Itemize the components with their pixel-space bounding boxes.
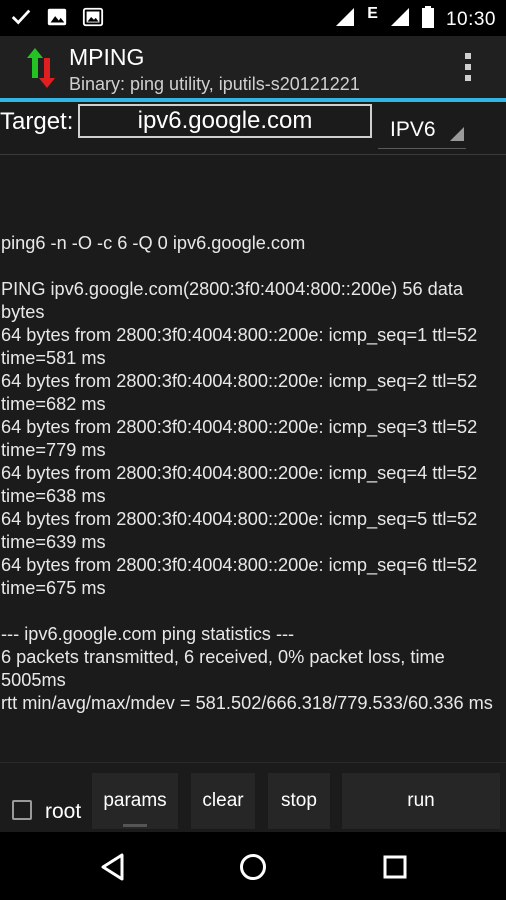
target-host-input[interactable]: [78, 104, 372, 138]
output-line: 64 bytes from 2800:3f0:4004:800::200e: i…: [1, 325, 483, 368]
protocol-value: IPV6: [390, 118, 436, 141]
app-subtitle: Binary: ping utility, iputils-s20121221: [69, 74, 360, 94]
up-down-arrows-logo-icon: [26, 48, 56, 88]
wifi-signal-icon: [335, 7, 355, 32]
output-line: PING ipv6.google.com(2800:3f0:4004:800::…: [1, 279, 469, 322]
image-icon: [46, 6, 68, 33]
notification-icons: [10, 6, 104, 33]
status-bar: E 10:30: [0, 0, 506, 36]
spinner-caret-icon: [450, 127, 464, 146]
protocol-spinner[interactable]: IPV6: [378, 112, 466, 149]
app-title: MPING: [69, 44, 145, 70]
system-icons: E 10:30: [335, 4, 496, 33]
output-line: 6 packets transmitted, 6 received, 0% pa…: [1, 647, 450, 690]
output-line: 64 bytes from 2800:3f0:4004:800::200e: i…: [1, 417, 483, 460]
root-checkbox[interactable]: [12, 800, 32, 820]
clock: 10:30: [445, 8, 496, 30]
output-line: 64 bytes from 2800:3f0:4004:800::200e: i…: [1, 463, 483, 506]
target-divider: [0, 154, 506, 155]
run-button[interactable]: run: [342, 773, 500, 830]
output-line: --- ipv6.google.com ping statistics ---: [1, 624, 295, 644]
network-type-label: E: [367, 4, 378, 22]
home-icon[interactable]: [238, 852, 268, 882]
clear-button[interactable]: clear: [191, 773, 255, 830]
output-line: ping6 -n -O -c 6 -Q 0 ipv6.google.com: [1, 233, 306, 253]
output-line: 64 bytes from 2800:3f0:4004:800::200e: i…: [1, 371, 483, 414]
target-label: Target:: [0, 108, 74, 135]
params-button[interactable]: params: [92, 773, 178, 830]
cell-signal-icon: [390, 7, 410, 32]
battery-icon: [421, 6, 434, 33]
ping-output: ping6 -n -O -c 6 -Q 0 ipv6.google.com PI…: [1, 232, 505, 715]
action-bar: MPING Binary: ping utility, iputils-s201…: [0, 36, 506, 98]
output-line: 64 bytes from 2800:3f0:4004:800::200e: i…: [1, 509, 483, 552]
overflow-menu-icon[interactable]: [458, 50, 478, 84]
control-bar: root params clear stop run: [0, 762, 506, 833]
navigation-bar: [0, 832, 506, 900]
recents-icon[interactable]: [380, 852, 410, 882]
check-icon: [10, 6, 32, 33]
output-line: 64 bytes from 2800:3f0:4004:800::200e: i…: [1, 555, 483, 598]
root-label[interactable]: root: [45, 800, 81, 824]
screenshot-icon: [82, 6, 104, 33]
stop-button[interactable]: stop: [268, 773, 330, 830]
target-row: Target: IPV6: [0, 102, 506, 156]
back-icon[interactable]: [98, 852, 128, 882]
output-line: rtt min/avg/max/mdev = 581.502/666.318/7…: [1, 693, 493, 713]
